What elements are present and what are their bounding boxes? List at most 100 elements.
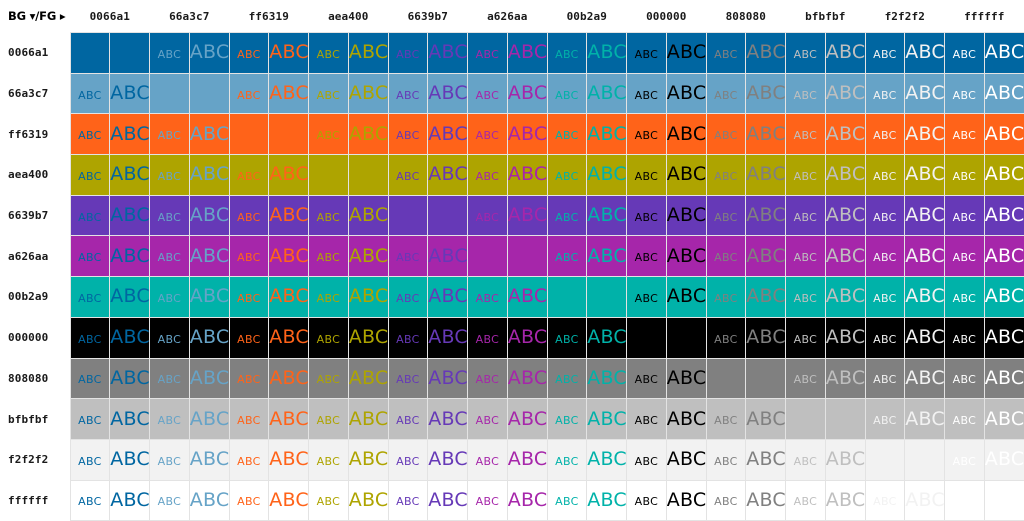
column-header-6639b7: 6639b7 bbox=[388, 0, 468, 33]
contrast-cell-bg-00b2a9-fg-00b2a9-sm: ABC bbox=[547, 277, 587, 318]
contrast-cell-bg-aea400-fg-0066a1-sm: ABC bbox=[70, 155, 110, 196]
contrast-cell-bg-0066a1-fg-66a3c7-lg: ABC bbox=[189, 33, 229, 74]
sample-text-sm: ABC bbox=[476, 374, 499, 385]
contrast-cell-bg-808080-fg-808080-sm: ABC bbox=[706, 358, 746, 399]
row-header-ffffff: ffffff bbox=[0, 480, 70, 521]
row-header-label: 000000 bbox=[8, 331, 48, 344]
contrast-cell-bg-00b2a9-fg-aea400-sm: ABC bbox=[309, 277, 349, 318]
sample-text-lg: ABC bbox=[905, 125, 944, 144]
contrast-cell-bg-66a3c7-fg-808080-lg: ABC bbox=[746, 73, 786, 114]
sample-text-lg: ABC bbox=[349, 43, 388, 62]
sample-text-lg: ABC bbox=[269, 287, 308, 306]
sample-text-lg: ABC bbox=[826, 84, 865, 103]
sample-text-sm: ABC bbox=[953, 374, 976, 385]
contrast-cell-bg-aea400-fg-ffffff-sm: ABC bbox=[945, 155, 985, 196]
contrast-cell-bg-a626aa-fg-f2f2f2-lg: ABC bbox=[905, 236, 945, 277]
contrast-cell-bg-6639b7-fg-0066a1-lg: ABC bbox=[110, 195, 150, 236]
contrast-cell-bg-bfbfbf-fg-a626aa-lg: ABC bbox=[507, 399, 547, 440]
contrast-cell-bg-ff6319-fg-f2f2f2-lg: ABC bbox=[905, 114, 945, 155]
sample-text-sm: ABC bbox=[78, 374, 101, 385]
column-header-label: 66a3c7 bbox=[169, 10, 209, 23]
contrast-cell-bg-6639b7-fg-0066a1-sm: ABC bbox=[70, 195, 110, 236]
sample-text-lg: ABC bbox=[587, 165, 626, 184]
sample-text-sm: ABC bbox=[714, 130, 737, 141]
sample-text-sm: ABC bbox=[794, 49, 817, 60]
contrast-cell-bg-000000-fg-0066a1-sm: ABC bbox=[70, 317, 110, 358]
contrast-cell-bg-66a3c7-fg-f2f2f2-lg: ABC bbox=[905, 73, 945, 114]
contrast-cell-bg-000000-fg-ffffff-sm: ABC bbox=[945, 317, 985, 358]
sample-text-sm: ABC bbox=[714, 252, 737, 263]
contrast-cell-bg-ffffff-fg-000000-sm: ABC bbox=[627, 480, 667, 521]
sample-text-lg: ABC bbox=[587, 84, 626, 103]
contrast-cell-bg-bfbfbf-fg-ff6319-sm: ABC bbox=[229, 399, 269, 440]
column-header-label: ff6319 bbox=[249, 10, 289, 23]
contrast-cell-bg-a626aa-fg-aea400-sm: ABC bbox=[309, 236, 349, 277]
sample-text-sm: ABC bbox=[396, 252, 419, 263]
contrast-cell-bg-a626aa-fg-808080-lg: ABC bbox=[746, 236, 786, 277]
contrast-cell-bg-f2f2f2-fg-f2f2f2-lg: ABC bbox=[905, 439, 945, 480]
contrast-matrix-table: BG ▾/FG ▸ 0066a166a3c7ff6319aea4006639b7… bbox=[0, 0, 1024, 521]
sample-text-lg: ABC bbox=[190, 43, 229, 62]
sample-text-lg: ABC bbox=[110, 125, 149, 144]
contrast-cell-bg-aea400-fg-00b2a9-sm: ABC bbox=[547, 155, 587, 196]
contrast-cell-bg-f2f2f2-fg-bfbfbf-lg: ABC bbox=[825, 439, 865, 480]
contrast-cell-bg-f2f2f2-fg-00b2a9-sm: ABC bbox=[547, 439, 587, 480]
contrast-cell-bg-66a3c7-fg-bfbfbf-lg: ABC bbox=[825, 73, 865, 114]
contrast-cell-bg-a626aa-fg-66a3c7-lg: ABC bbox=[189, 236, 229, 277]
sample-text-sm: ABC bbox=[396, 456, 419, 467]
contrast-cell-bg-6639b7-fg-ff6319-sm: ABC bbox=[229, 195, 269, 236]
row-header-a626aa: a626aa bbox=[0, 236, 70, 277]
matrix-row: f2f2f2ABCABCABCABCABCABCABCABCABCABCABCA… bbox=[0, 439, 1024, 480]
contrast-cell-bg-bfbfbf-fg-0066a1-sm: ABC bbox=[70, 399, 110, 440]
sample-text-sm: ABC bbox=[873, 171, 896, 182]
contrast-cell-bg-808080-fg-a626aa-sm: ABC bbox=[468, 358, 508, 399]
contrast-cell-bg-66a3c7-fg-f2f2f2-sm: ABC bbox=[865, 73, 905, 114]
sample-text-lg: ABC bbox=[110, 410, 149, 429]
sample-text-sm: ABC bbox=[396, 90, 419, 101]
contrast-cell-bg-ffffff-fg-aea400-lg: ABC bbox=[348, 480, 388, 521]
contrast-cell-bg-808080-fg-6639b7-sm: ABC bbox=[388, 358, 428, 399]
contrast-cell-bg-a626aa-fg-6639b7-sm: ABC bbox=[388, 236, 428, 277]
contrast-cell-bg-000000-fg-808080-sm: ABC bbox=[706, 317, 746, 358]
row-header-aea400: aea400 bbox=[0, 155, 70, 196]
sample-text-sm: ABC bbox=[158, 334, 181, 345]
contrast-cell-bg-000000-fg-bfbfbf-sm: ABC bbox=[786, 317, 826, 358]
matrix-body: 0066a1ABCABCABCABCABCABCABCABCABCABCABCA… bbox=[0, 33, 1024, 521]
row-header-label: 808080 bbox=[8, 372, 48, 385]
sample-text-sm: ABC bbox=[237, 334, 260, 345]
row-header-0066a1: 0066a1 bbox=[0, 33, 70, 74]
sample-text-sm: ABC bbox=[237, 496, 260, 507]
contrast-cell-bg-bfbfbf-fg-aea400-sm: ABC bbox=[309, 399, 349, 440]
column-header-ffffff: ffffff bbox=[945, 0, 1024, 33]
sample-text-sm: ABC bbox=[873, 415, 896, 426]
sample-text-sm: ABC bbox=[158, 171, 181, 182]
sample-text-lg: ABC bbox=[905, 43, 944, 62]
contrast-cell-bg-bfbfbf-fg-66a3c7-lg: ABC bbox=[189, 399, 229, 440]
sample-text-lg: ABC bbox=[269, 206, 308, 225]
contrast-cell-bg-ff6319-fg-808080-sm: ABC bbox=[706, 114, 746, 155]
contrast-cell-bg-0066a1-fg-bfbfbf-lg: ABC bbox=[825, 33, 865, 74]
contrast-cell-bg-f2f2f2-fg-808080-sm: ABC bbox=[706, 439, 746, 480]
sample-text-lg: ABC bbox=[826, 491, 865, 510]
contrast-cell-bg-66a3c7-fg-0066a1-lg: ABC bbox=[110, 73, 150, 114]
sample-text-lg: ABC bbox=[110, 328, 149, 347]
contrast-cell-bg-808080-fg-ffffff-sm: ABC bbox=[945, 358, 985, 399]
column-header-00b2a9: 00b2a9 bbox=[547, 0, 627, 33]
contrast-cell-bg-00b2a9-fg-66a3c7-lg: ABC bbox=[189, 277, 229, 318]
sample-text-lg: ABC bbox=[428, 450, 467, 469]
sample-text-lg: ABC bbox=[349, 410, 388, 429]
contrast-cell-bg-a626aa-fg-ff6319-sm: ABC bbox=[229, 236, 269, 277]
contrast-cell-bg-808080-fg-aea400-sm: ABC bbox=[309, 358, 349, 399]
sample-text-sm: ABC bbox=[953, 212, 976, 223]
sample-text-lg: ABC bbox=[428, 328, 467, 347]
sample-text-sm: ABC bbox=[158, 130, 181, 141]
sample-text-sm: ABC bbox=[555, 212, 578, 223]
sample-text-sm: ABC bbox=[635, 496, 658, 507]
contrast-cell-bg-6639b7-fg-000000-lg: ABC bbox=[666, 195, 706, 236]
sample-text-sm: ABC bbox=[953, 171, 976, 182]
contrast-cell-bg-6639b7-fg-f2f2f2-lg: ABC bbox=[905, 195, 945, 236]
contrast-cell-bg-aea400-fg-f2f2f2-lg: ABC bbox=[905, 155, 945, 196]
row-header-00b2a9: 00b2a9 bbox=[0, 277, 70, 318]
sample-text-sm: ABC bbox=[237, 212, 260, 223]
contrast-cell-bg-000000-fg-a626aa-lg: ABC bbox=[507, 317, 547, 358]
